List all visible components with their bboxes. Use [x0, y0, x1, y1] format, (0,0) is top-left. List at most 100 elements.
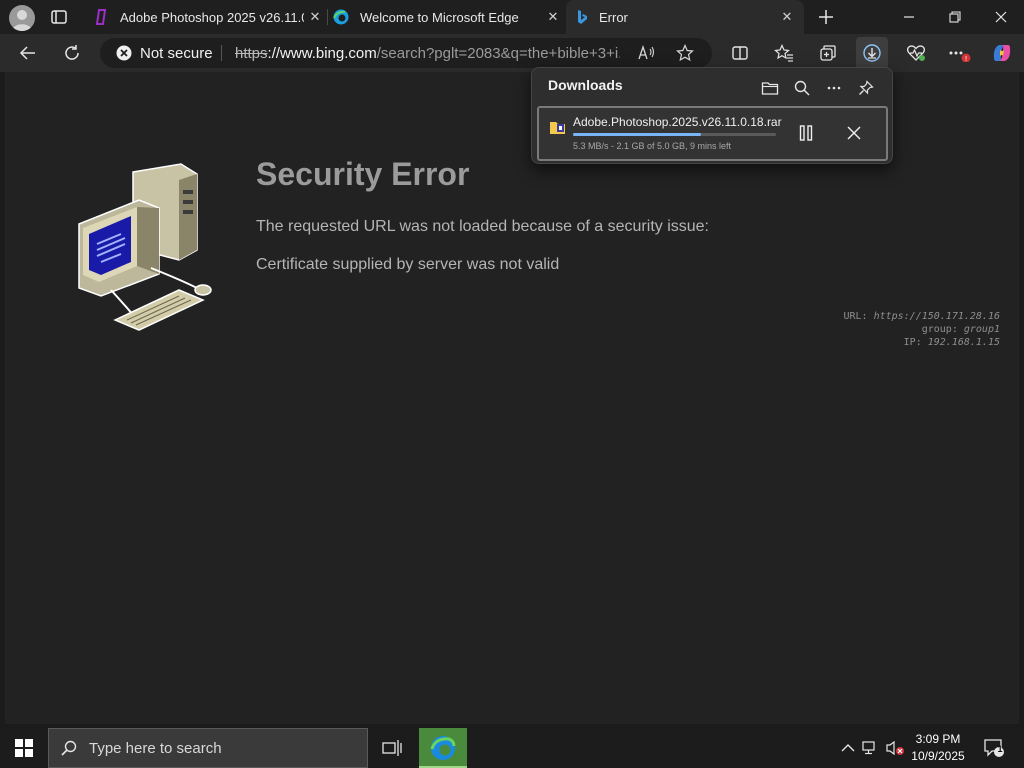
tab-error[interactable]: Error ✕: [566, 0, 804, 34]
detail-value: 192.168.1.15: [927, 337, 1000, 348]
show-hidden-icons-button[interactable]: [836, 736, 860, 760]
page-title: Security Error: [256, 156, 470, 192]
split-screen-button[interactable]: [724, 37, 756, 69]
heart-pulse-icon: [906, 45, 926, 61]
downloads-button[interactable]: [856, 37, 888, 69]
clock-date: 10/9/2025: [911, 749, 965, 763]
volume-muted-icon: [886, 740, 904, 756]
close-icon: [847, 126, 861, 140]
security-indicator[interactable]: Not secure: [116, 38, 213, 68]
error-reason: Certificate supplied by server was not v…: [256, 256, 560, 273]
pin-downloads-button[interactable]: [852, 74, 880, 102]
back-button[interactable]: [12, 37, 44, 69]
settings-more-button[interactable]: !: [944, 37, 976, 69]
restore-button[interactable]: [932, 0, 978, 34]
tab-title: Error: [599, 9, 628, 25]
downloads-more-button[interactable]: [820, 74, 848, 102]
pause-icon: [799, 125, 813, 141]
detail-label: URL:: [843, 311, 868, 322]
volume-button[interactable]: [883, 736, 907, 760]
notification-center-button[interactable]: 1: [980, 736, 1008, 760]
browser-essentials-button[interactable]: [900, 37, 932, 69]
chevron-up-icon: [841, 744, 855, 752]
detail-url: URL: https://150.171.28.16: [843, 310, 1000, 323]
svg-text:!: !: [965, 55, 968, 62]
photoshop-favicon: [94, 9, 110, 25]
notification-count: 1: [997, 744, 1003, 754]
plus-icon: [819, 10, 833, 24]
url-host: ://www.bing.com: [267, 44, 377, 62]
download-item[interactable]: Adobe.Photoshop.2025.v26.11.0.18.rar 5.3…: [537, 106, 888, 161]
error-message: The requested URL was not loaded because…: [256, 218, 709, 235]
more-dots-icon: !: [949, 51, 971, 62]
more-dots-icon: [827, 86, 841, 90]
refresh-button[interactable]: [56, 37, 88, 69]
error-details: URL: https://150.171.28.16 group: group1…: [843, 310, 1000, 349]
start-button[interactable]: [0, 728, 48, 768]
copilot-icon: [993, 45, 1011, 61]
url-path: /search?pglt=2083&q=the+bible+3+i...: [376, 44, 620, 62]
download-icon: [863, 44, 881, 62]
tab-actions-icon[interactable]: [50, 8, 70, 26]
read-aloud-button[interactable]: [636, 43, 658, 63]
detail-value: https://150.171.28.16: [873, 311, 1000, 322]
taskbar-search-box[interactable]: Type here to search: [48, 728, 368, 768]
taskbar: Type here to search 3:09 PM 10/9/2025 1: [0, 728, 1024, 768]
close-tab-button[interactable]: ✕: [304, 6, 326, 28]
download-progress-fill: [573, 133, 701, 136]
download-progress-bar: [573, 133, 776, 136]
address-bar[interactable]: Not secure https://www.bing.com/search?p…: [100, 38, 712, 68]
back-arrow-icon: [19, 46, 35, 60]
pause-download-button[interactable]: [793, 120, 819, 146]
network-button[interactable]: [860, 736, 884, 760]
collections-icon: [820, 45, 836, 61]
detail-label: group:: [921, 324, 958, 335]
task-view-button[interactable]: [370, 728, 414, 768]
detail-group: group: group1: [843, 323, 1000, 336]
read-aloud-icon: [638, 45, 655, 60]
star-icon: [676, 44, 694, 62]
search-icon: [61, 740, 77, 756]
folder-icon: [761, 82, 779, 95]
not-secure-icon: [116, 45, 132, 61]
refresh-icon: [65, 45, 79, 60]
minimize-button[interactable]: [886, 0, 932, 34]
tab-title: Adobe Photoshop 2025 v26.11.0.18: [120, 9, 304, 25]
address-separator: [221, 45, 222, 61]
tab-title: Welcome to Microsoft Edge: [360, 9, 519, 25]
downloads-flyout: Downloads Adobe.Photoshop.2025.v26.11.0.…: [531, 67, 893, 164]
title-bar: Adobe Photoshop 2025 v26.11.0.18 ✕ Welco…: [0, 0, 1024, 34]
collections-button[interactable]: [812, 37, 844, 69]
windows-logo-icon: [15, 739, 33, 757]
split-screen-icon: [732, 46, 748, 60]
url-field[interactable]: https://www.bing.com/search?pglt=2083&q=…: [235, 38, 620, 68]
copilot-button[interactable]: [986, 37, 1018, 69]
search-downloads-button[interactable]: [788, 74, 816, 102]
page-content: Security Error The requested URL was not…: [5, 72, 1019, 724]
download-filename: Adobe.Photoshop.2025.v26.11.0.18.rar: [573, 115, 782, 129]
cancel-download-button[interactable]: [841, 120, 867, 146]
close-tab-button[interactable]: ✕: [542, 6, 564, 28]
close-window-button[interactable]: [978, 0, 1024, 34]
profile-avatar[interactable]: [9, 5, 35, 31]
restore-icon: [949, 11, 961, 23]
favorites-icon: [774, 44, 793, 62]
new-tab-button[interactable]: [814, 5, 838, 29]
tab-welcome-edge[interactable]: Welcome to Microsoft Edge ✕: [328, 0, 564, 34]
taskbar-clock[interactable]: 3:09 PM 10/9/2025: [906, 731, 970, 765]
taskbar-edge-button[interactable]: [419, 728, 467, 768]
favorites-button[interactable]: [768, 37, 800, 69]
open-downloads-folder-button[interactable]: [756, 74, 784, 102]
edge-icon: [430, 736, 456, 760]
search-placeholder: Type here to search: [89, 739, 222, 757]
detail-ip: IP: 192.168.1.15: [843, 336, 1000, 349]
search-icon: [794, 80, 810, 96]
rar-file-icon: [549, 120, 567, 136]
pin-icon: [859, 80, 874, 95]
clock-time: 3:09 PM: [915, 732, 961, 746]
close-tab-button[interactable]: ✕: [776, 6, 798, 28]
download-status: 5.3 MB/s - 2.1 GB of 5.0 GB, 9 mins left: [573, 141, 732, 151]
bing-favicon: [574, 9, 590, 25]
tab-photoshop[interactable]: Adobe Photoshop 2025 v26.11.0.18 ✕: [86, 0, 326, 34]
favorite-button[interactable]: [674, 43, 696, 63]
